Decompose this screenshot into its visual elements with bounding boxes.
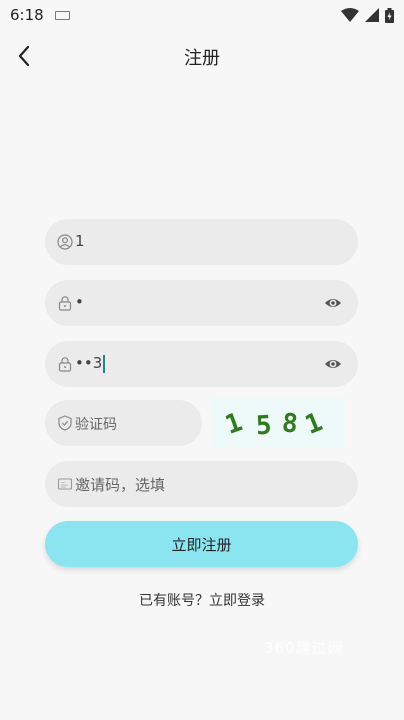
captcha-field[interactable]: 验证码 [45,400,202,446]
password-value: • [75,293,84,311]
signal-icon [365,8,379,22]
battery-icon [385,7,394,23]
invite-code-field[interactable]: 邀请码，选填 [45,461,358,507]
username-field[interactable]: 1 [45,219,358,265]
captcha-digit: 8 [280,408,299,439]
login-link[interactable]: 已有账号？立即登录 [0,590,404,610]
page-title: 注册 [184,48,220,69]
username-value: 1 [75,232,85,250]
wifi-icon [341,8,359,22]
shield-icon [58,415,72,431]
user-icon [57,234,73,250]
watermark-text: 360趣过网 [264,639,344,657]
id-card-icon [57,478,73,490]
invite-code-placeholder: 邀请码，选填 [75,476,166,494]
captcha-digit: 1 [301,407,327,441]
app-bar: 注册 [0,30,404,82]
register-button[interactable]: 立即注册 [45,521,358,567]
confirm-password-field[interactable]: ••3 [45,341,358,387]
status-time: 6:18 [10,6,44,24]
captcha-digit: 1 [221,407,246,441]
captcha-placeholder: 验证码 [75,417,117,433]
password-field[interactable]: • [45,280,358,326]
captcha-digits: 1 5 8 1 [221,407,327,442]
eye-icon[interactable] [324,355,342,373]
status-icons [341,6,394,24]
confirm-password-value: ••3 [75,354,106,373]
captcha-image[interactable]: 1 5 8 1 [212,398,346,448]
eye-icon[interactable] [324,294,342,312]
confirm-password-text: ••3 [75,354,103,372]
status-bar: 6:18 [0,0,404,30]
lock-icon [58,357,72,372]
keyboard-icon [55,11,70,20]
lock-icon [58,296,72,311]
text-cursor [103,354,106,373]
captcha-digit: 5 [255,411,272,442]
